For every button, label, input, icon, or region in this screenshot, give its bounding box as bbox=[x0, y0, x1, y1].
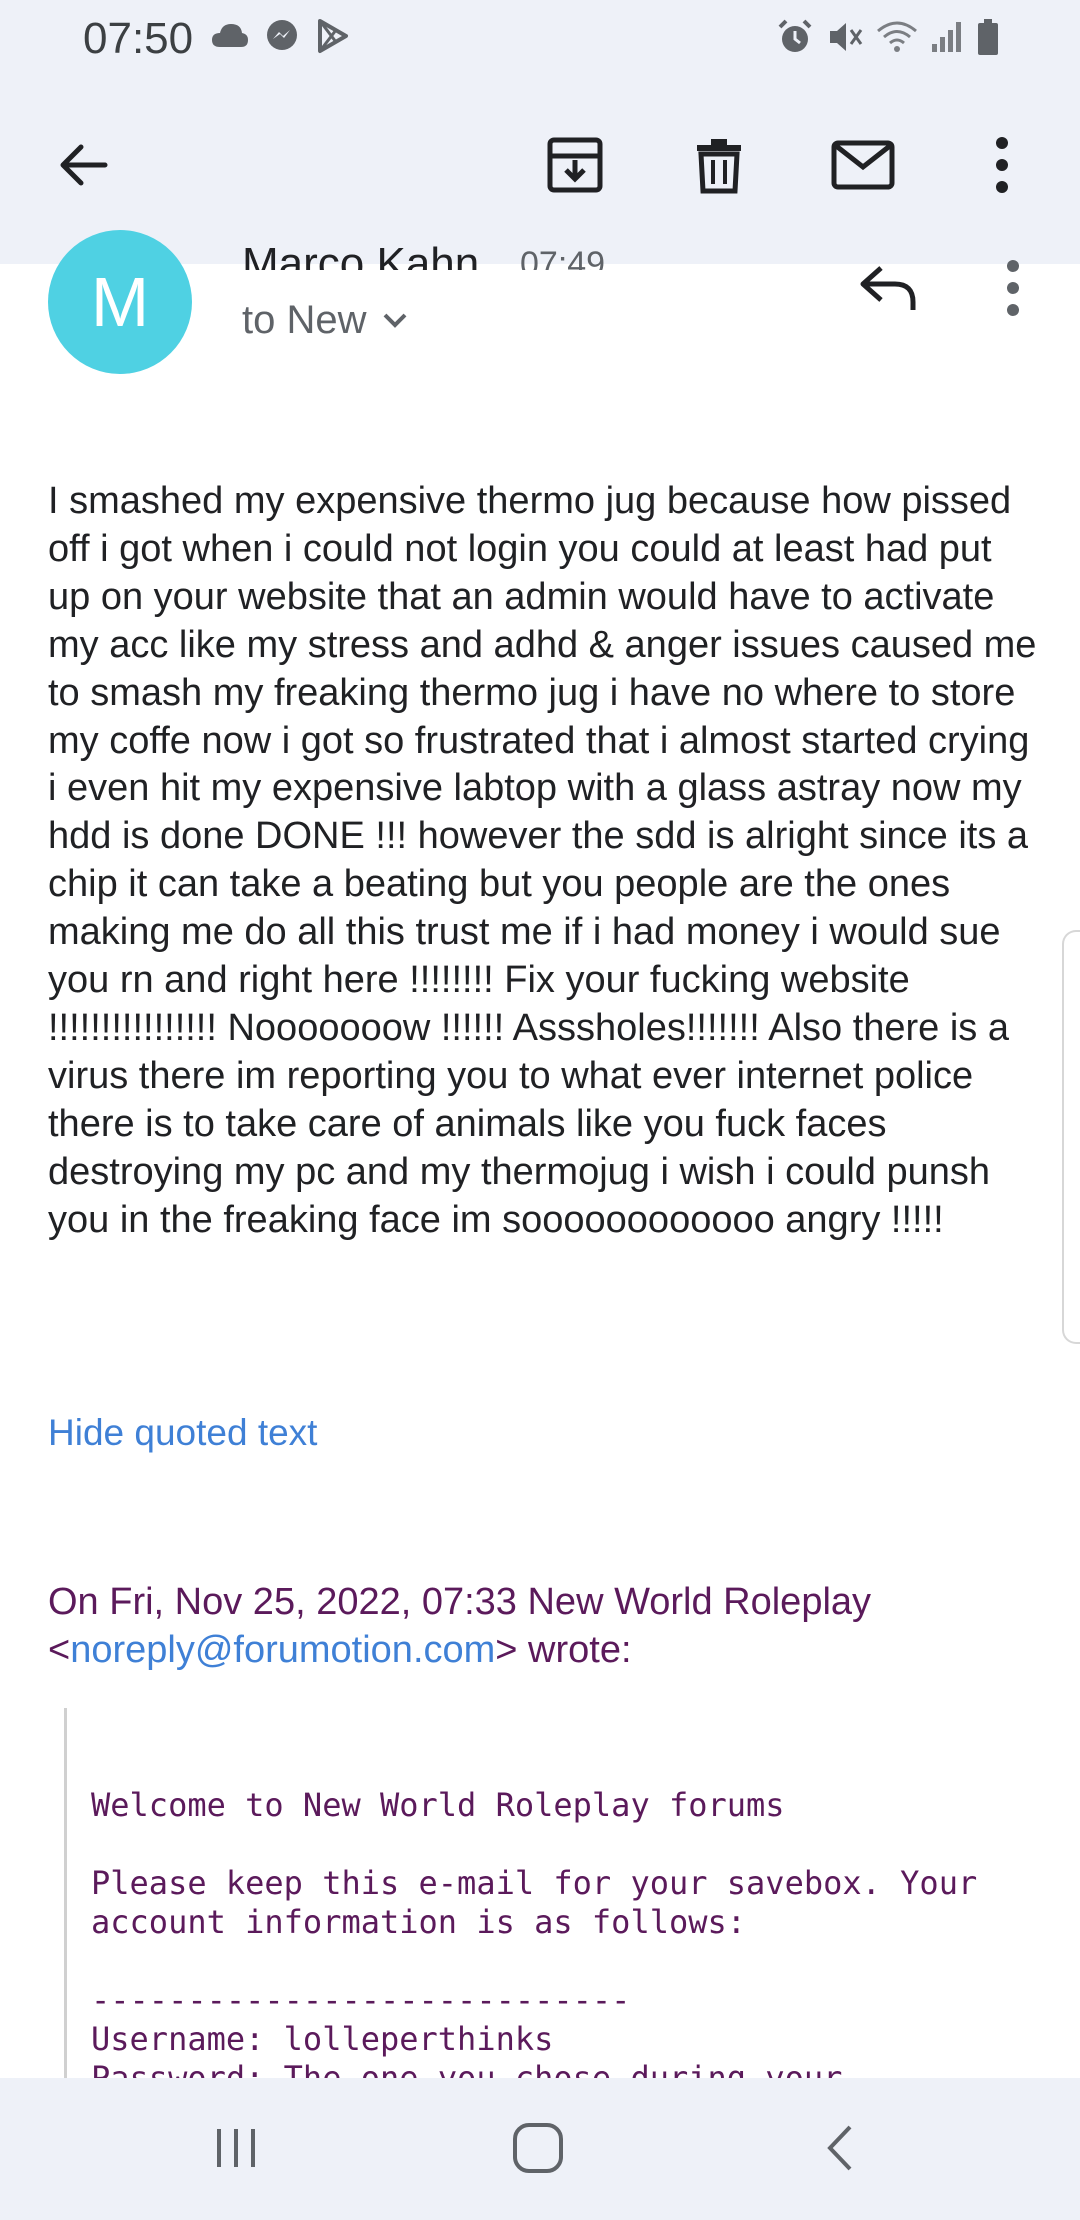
mark-unread-icon bbox=[831, 140, 895, 190]
status-time: 07:50 bbox=[83, 14, 194, 63]
quote-header-prefix: On Fri, Nov 25, 2022, 07:33 New World Ro… bbox=[48, 1581, 872, 1623]
scrollbar-handle[interactable] bbox=[1062, 930, 1080, 1344]
recipient-dropdown[interactable]: to New bbox=[242, 298, 409, 343]
archive-icon bbox=[547, 137, 603, 193]
back-button[interactable] bbox=[40, 122, 126, 208]
home-icon bbox=[513, 2123, 563, 2173]
messenger-icon bbox=[264, 18, 300, 59]
more-options-button[interactable] bbox=[962, 122, 1042, 208]
back-arrow-icon bbox=[60, 144, 108, 186]
mute-icon bbox=[826, 18, 864, 61]
more-vert-icon bbox=[996, 137, 1008, 193]
alarm-icon bbox=[776, 18, 814, 61]
status-left-icons bbox=[210, 18, 350, 59]
battery-icon bbox=[976, 18, 1000, 61]
system-nav-bar bbox=[0, 2078, 1080, 2220]
cloud-icon bbox=[210, 21, 250, 56]
more-vert-icon bbox=[1007, 260, 1019, 316]
chevron-left-icon bbox=[827, 2125, 852, 2171]
quoted-text: Welcome to New World Roleplay forums Ple… bbox=[91, 1786, 978, 2078]
quote-header: On Fri, Nov 25, 2022, 07:33 New World Ro… bbox=[48, 1578, 1038, 1674]
message-body: I smashed my expensive thermo jug becaus… bbox=[48, 480, 1037, 1241]
mark-unread-button[interactable] bbox=[820, 122, 906, 208]
sender-name: Marco Kahn bbox=[242, 239, 480, 270]
archive-button[interactable] bbox=[532, 122, 618, 208]
wifi-icon bbox=[876, 19, 918, 60]
quoted-message: Welcome to New World Roleplay forums Ple… bbox=[64, 1708, 1067, 2078]
message-more-button[interactable] bbox=[980, 248, 1046, 328]
recipient-label: to New bbox=[242, 298, 367, 342]
delete-button[interactable] bbox=[676, 122, 762, 208]
message-time: 07:49 bbox=[520, 245, 606, 270]
reply-button[interactable] bbox=[848, 248, 928, 328]
quote-header-suffix: > wrote: bbox=[495, 1629, 632, 1671]
status-right-icons bbox=[776, 18, 1000, 61]
play-store-icon bbox=[314, 18, 350, 59]
recent-apps-button[interactable] bbox=[196, 2108, 276, 2188]
hide-quoted-text-link[interactable]: Hide quoted text bbox=[48, 1412, 317, 1454]
signal-icon bbox=[930, 20, 964, 59]
system-back-button[interactable] bbox=[800, 2108, 880, 2188]
reply-icon bbox=[860, 266, 916, 310]
quote-email-link[interactable]: noreply@forumotion.com bbox=[70, 1629, 495, 1671]
delete-icon bbox=[697, 139, 741, 194]
avatar[interactable]: M bbox=[48, 230, 192, 374]
home-button[interactable] bbox=[498, 2108, 578, 2188]
quote-header-lt: < bbox=[48, 1629, 71, 1671]
recent-apps-icon bbox=[217, 2129, 255, 2167]
chevron-down-icon bbox=[383, 313, 406, 328]
status-bar: 07:50 bbox=[0, 0, 1080, 74]
